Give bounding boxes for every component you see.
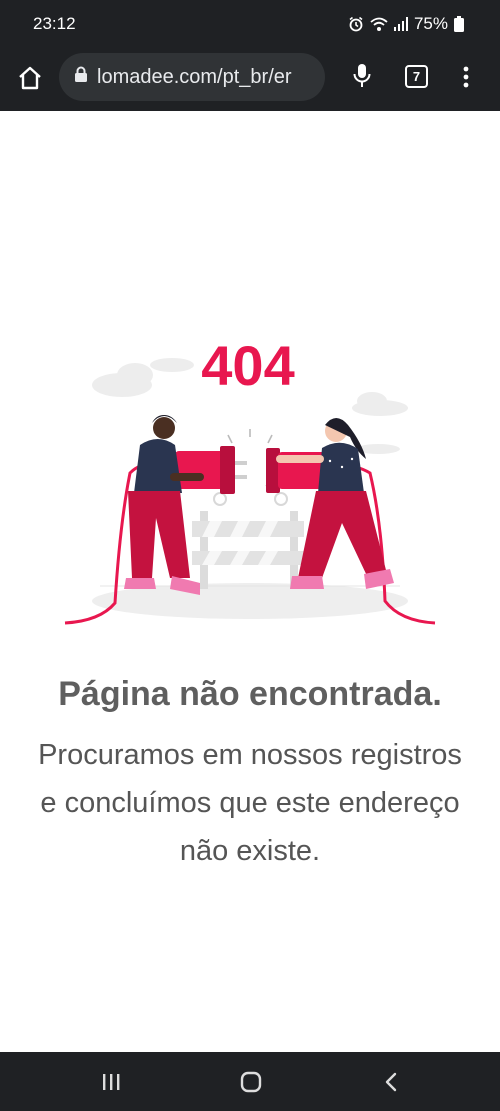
battery-text: 75% — [413, 14, 448, 33]
voice-search-button[interactable] — [348, 60, 376, 92]
signal-icon — [393, 16, 408, 32]
error-illustration: 404 — [64, 334, 436, 625]
tab-count: 7 — [412, 69, 421, 84]
page-title: Página não encontrada. — [58, 675, 442, 713]
system-nav-bar — [0, 1052, 500, 1111]
tabs-button[interactable]: 7 — [405, 65, 428, 88]
more-vert-button[interactable] — [456, 64, 476, 90]
wifi-icon — [370, 16, 388, 32]
cloud-left — [92, 358, 194, 397]
more-vert-icon — [463, 66, 469, 88]
back-button[interactable] — [376, 1068, 406, 1096]
home-circle-icon — [240, 1071, 262, 1093]
home-icon — [19, 66, 41, 90]
error-message: Procuramos em nossos registros e concluí… — [20, 731, 480, 875]
battery-icon — [454, 16, 464, 32]
home-button[interactable] — [14, 62, 46, 94]
lock-icon — [74, 66, 88, 88]
status-icons: 75% — [348, 14, 464, 34]
message-line: Procuramos em nossos registros — [38, 739, 462, 771]
back-icon — [385, 1072, 397, 1092]
status-bar: 23:12 75% — [0, 0, 500, 50]
alarm-icon — [348, 16, 364, 32]
plug-left — [175, 446, 247, 494]
error-code: 404 — [201, 334, 294, 397]
person-left — [124, 415, 204, 595]
recents-button[interactable] — [96, 1068, 126, 1096]
browser-toolbar: lomadee.com/pt_br/er 7 — [0, 50, 500, 111]
url-text: lomadee.com/pt_br/er — [97, 65, 292, 88]
system-home-button[interactable] — [236, 1068, 266, 1096]
page-content: 404 Página não encontrada. Procuramos em… — [0, 111, 500, 1052]
address-bar[interactable]: lomadee.com/pt_br/er — [59, 53, 325, 101]
message-line: não existe. — [179, 835, 321, 867]
mic-icon — [353, 64, 371, 87]
recents-icon — [103, 1074, 120, 1090]
status-time: 23:12 — [33, 14, 76, 33]
message-line: e concluímos que este endereço — [40, 787, 460, 819]
barricade — [192, 492, 304, 589]
